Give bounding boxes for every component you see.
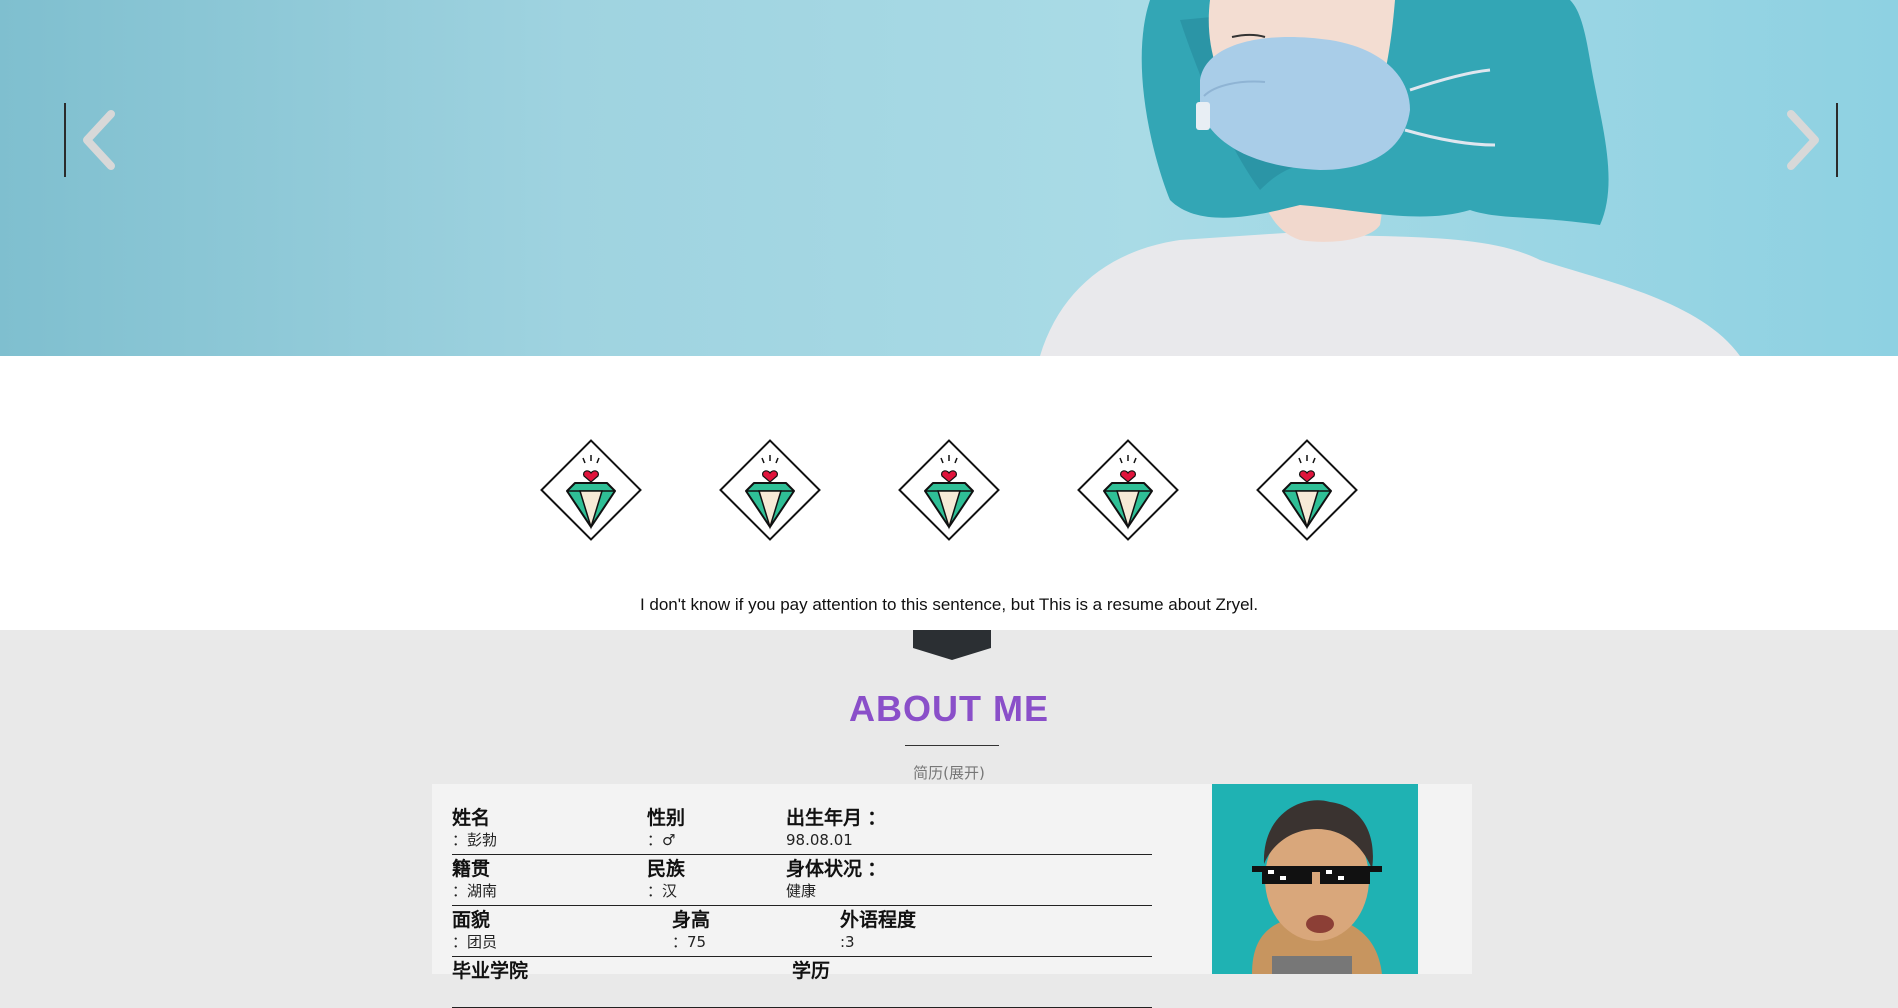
profile-photo <box>1212 784 1418 974</box>
diamond-heart-icon <box>1069 431 1187 549</box>
resume-table: 姓名 ：彭勃 性别 ：♂ 出生年月 ： 98.08.01 籍贯 ：湖南 民族 ：… <box>452 804 1152 1008</box>
field-value: ：75 <box>672 933 707 951</box>
resume-row: 毕业学院 学历 <box>452 957 1152 1008</box>
resume-field: 姓名 ：彭勃 <box>452 808 497 850</box>
about-title: ABOUT ME <box>849 688 1049 729</box>
chevron-right-icon <box>1787 110 1819 170</box>
section-notch <box>913 630 991 660</box>
resume-field: 民族 ：汉 <box>647 859 685 901</box>
resume-field: 毕业学院 <box>452 961 528 983</box>
field-value: 健康 <box>786 882 817 900</box>
chevron-left-icon <box>83 110 115 170</box>
field-value: 98.08.01 <box>786 831 853 849</box>
resume-field: 学历 <box>792 961 830 983</box>
icon-row <box>532 431 1368 551</box>
field-label: 学历 <box>792 961 831 982</box>
field-label: 姓名 <box>452 808 491 829</box>
field-label: 身体状况 ： <box>786 859 887 880</box>
hero-image <box>1040 0 1740 356</box>
diamond-heart-icon <box>1248 431 1366 549</box>
resume-field: 外语程度 :3 <box>840 910 916 952</box>
field-value: ：团员 <box>452 933 498 951</box>
intro-band: I don't know if you pay attention to thi… <box>0 356 1898 630</box>
diamond-heart-icon <box>711 431 829 549</box>
resume-row: 面貌 ：团员 身高 ：75 外语程度 :3 <box>452 906 1152 957</box>
field-value: ：♂ <box>647 831 676 849</box>
resume-card: 姓名 ：彭勃 性别 ：♂ 出生年月 ： 98.08.01 籍贯 ：湖南 民族 ：… <box>432 784 1472 1008</box>
hero-carousel <box>0 0 1898 356</box>
field-label: 出生年月 ： <box>786 808 887 829</box>
resume-expand-link[interactable]: 简历(展开) <box>0 762 1898 783</box>
field-label: 身高 <box>672 910 711 931</box>
carousel-prev-button[interactable] <box>64 103 136 177</box>
resume-field: 身高 ：75 <box>672 910 710 952</box>
field-value: :3 <box>840 933 855 951</box>
carousel-next-button[interactable] <box>1766 103 1838 177</box>
diamond-heart-icon <box>532 431 650 549</box>
field-value: ：彭勃 <box>452 831 498 849</box>
resume-row: 籍贯 ：湖南 民族 ：汉 身体状况 ： 健康 <box>452 855 1152 906</box>
tagline: I don't know if you pay attention to thi… <box>639 595 1259 614</box>
resume-row: 姓名 ：彭勃 性别 ：♂ 出生年月 ： 98.08.01 <box>452 804 1152 855</box>
resume-field: 出生年月 ： 98.08.01 <box>786 808 886 850</box>
field-label: 籍贯 <box>452 859 491 880</box>
field-label: 民族 <box>647 859 686 880</box>
resume-field: 籍贯 ：湖南 <box>452 859 497 901</box>
field-value: ：湖南 <box>452 882 498 900</box>
field-label: 毕业学院 <box>452 961 529 982</box>
resume-field: 身体状况 ： 健康 <box>786 859 886 901</box>
about-divider <box>905 745 999 746</box>
resume-field: 性别 ：♂ <box>647 808 685 850</box>
resume-field: 面貌 ：团员 <box>452 910 497 952</box>
field-label: 面貌 <box>452 910 491 931</box>
field-value: ：汉 <box>647 882 678 900</box>
diamond-heart-icon <box>890 431 1008 549</box>
field-label: 外语程度 <box>840 910 917 931</box>
field-label: 性别 <box>647 808 686 829</box>
